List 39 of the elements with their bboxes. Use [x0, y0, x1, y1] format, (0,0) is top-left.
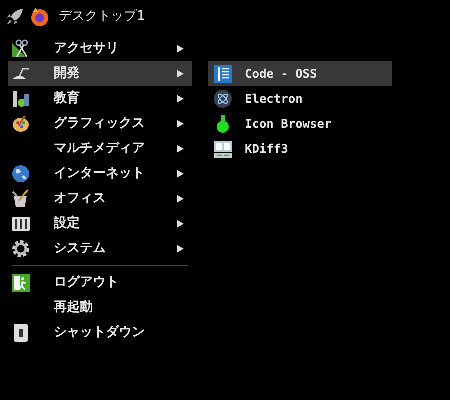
menu-item[interactable]: システム — [8, 236, 192, 261]
submenu-arrow-icon — [177, 244, 184, 252]
menu-item[interactable]: 再起動 — [8, 295, 192, 320]
globe-icon — [11, 164, 31, 184]
paint-bucket-icon — [11, 188, 31, 208]
menu-item[interactable]: グラフィックス — [8, 111, 192, 136]
monitor-icon — [213, 138, 233, 158]
paint-palette-icon — [11, 114, 31, 134]
scissors-ruler-icon — [11, 38, 31, 58]
menu-item[interactable]: Electron — [208, 86, 392, 111]
document-icon — [213, 64, 233, 84]
menu-item[interactable]: 設定 — [8, 211, 192, 236]
menu-item[interactable]: 開発 — [8, 61, 192, 86]
menu-item[interactable]: 教育 — [8, 86, 192, 111]
exit-sign-icon — [11, 272, 31, 292]
menu-item[interactable]: シャットダウン — [8, 320, 192, 345]
menu-item[interactable]: インターネット — [8, 161, 192, 186]
menu-item[interactable]: KDiff3 — [208, 136, 392, 161]
atom-icon — [213, 88, 233, 108]
submenu-arrow-icon — [177, 120, 184, 128]
menu-item[interactable]: Code - OSS — [208, 61, 392, 86]
lab-flask-icon — [11, 88, 31, 108]
submenu-arrow-icon — [177, 220, 184, 228]
submenu-arrow-icon — [177, 170, 184, 178]
submenu-arrow-icon — [177, 94, 184, 102]
fox-globe-icon[interactable] — [30, 7, 50, 27]
menu-item[interactable]: ログアウト — [8, 270, 192, 295]
menu-item[interactable]: マルチメディア — [8, 136, 192, 161]
menu-item[interactable]: Icon Browser — [208, 111, 392, 136]
submenu-arrow-icon — [177, 144, 184, 152]
gear-icon — [11, 238, 31, 258]
desktop-label[interactable]: デスクトップ1 — [59, 7, 146, 27]
power-switch-icon — [11, 322, 31, 342]
submenu-arrow-icon — [177, 44, 184, 52]
submenu-arrow-icon — [177, 70, 184, 78]
menu-item[interactable]: アクセサリ — [8, 36, 192, 61]
rocket-icon[interactable] — [5, 7, 25, 27]
menu-item[interactable]: オフィス — [8, 186, 192, 211]
submenu-arrow-icon — [177, 194, 184, 202]
